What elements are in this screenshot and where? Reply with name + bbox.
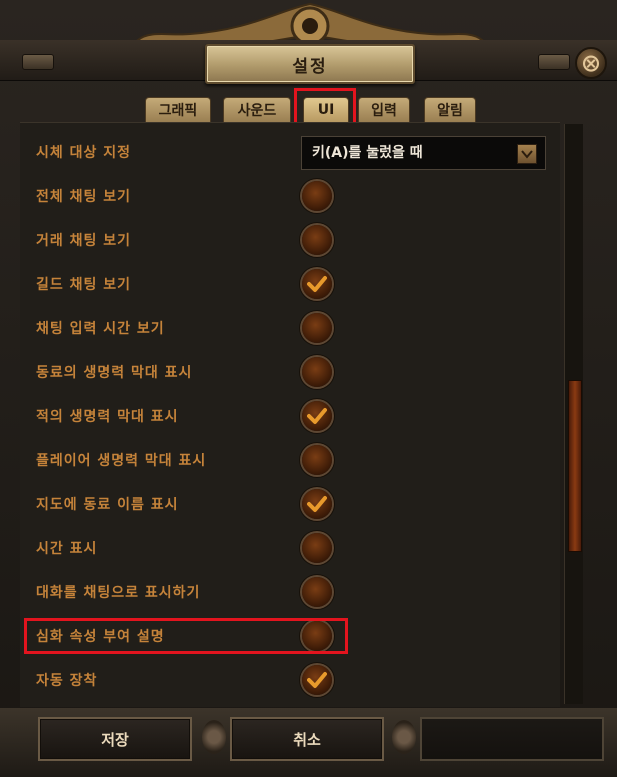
auto-equip-checkbox[interactable]	[302, 665, 332, 695]
setting-label: 지도에 동료 이름 표시	[36, 497, 179, 513]
enemy-life-bar-checkbox[interactable]	[302, 401, 332, 431]
setting-label: 플레이어 생명력 막대 표시	[36, 453, 207, 469]
player-life-bar-checkbox[interactable]	[302, 445, 332, 475]
tab-sound[interactable]: 사운드	[223, 97, 291, 122]
setting-row-trade-chat: 거래 채팅 보기	[20, 219, 560, 263]
tab-notifications[interactable]: 알림	[424, 97, 476, 122]
trade-chat-checkbox[interactable]	[302, 225, 332, 255]
setting-row-show-time: 시간 표시	[20, 527, 560, 571]
gear-icon	[202, 720, 226, 754]
settings-window: 설정 ⨂ 그래픽 사운드 UI 입력 알림 시체 대상 지정 키(A)를 눌렀을…	[0, 0, 617, 777]
setting-row-global-chat: 전체 채팅 보기	[20, 175, 560, 219]
setting-row-chat-timestamps: 채팅 입력 시간 보기	[20, 307, 560, 351]
setting-row-corpse-targeting: 시체 대상 지정 키(A)를 눌렀을 때	[20, 131, 560, 175]
setting-row-enemy-life-bar: 적의 생명력 막대 표시	[20, 395, 560, 439]
tab-input[interactable]: 입력	[358, 97, 410, 122]
setting-row-guild-chat: 길드 채팅 보기	[20, 263, 560, 307]
setting-label: 대화를 채팅으로 표시하기	[36, 585, 201, 601]
setting-label: 시체 대상 지정	[36, 145, 132, 161]
enchant-description-highlight	[24, 618, 348, 654]
global-chat-checkbox[interactable]	[302, 181, 332, 211]
ally-life-bar-checkbox[interactable]	[302, 357, 332, 387]
tab-graphics[interactable]: 그래픽	[145, 97, 211, 122]
setting-row-dialogue-as-chat: 대화를 채팅으로 표시하기	[20, 571, 560, 615]
setting-label: 적의 생명력 막대 표시	[36, 409, 179, 425]
checkmark-icon	[307, 496, 327, 512]
checkmark-icon	[307, 276, 327, 292]
setting-label: 자동 장착	[36, 673, 98, 689]
checkmark-icon	[307, 672, 327, 688]
show-time-checkbox[interactable]	[302, 533, 332, 563]
setting-row-player-life-bar: 플레이어 생명력 막대 표시	[20, 439, 560, 483]
window-title: 설정	[205, 44, 415, 84]
setting-row-map-ally-names: 지도에 동료 이름 표시	[20, 483, 560, 527]
chevron-down-icon[interactable]	[517, 144, 537, 164]
rivet-icon	[538, 54, 570, 70]
scrollbar-thumb[interactable]	[568, 380, 582, 552]
setting-label: 채팅 입력 시간 보기	[36, 321, 165, 337]
dropdown-value: 키(A)를 눌렀을 때	[312, 145, 423, 161]
corpse-targeting-dropdown[interactable]: 키(A)를 눌렀을 때	[301, 136, 546, 170]
dialogue-as-chat-checkbox[interactable]	[302, 577, 332, 607]
rivet-icon	[22, 54, 54, 70]
setting-label: 거래 채팅 보기	[36, 233, 132, 249]
checkmark-icon	[307, 408, 327, 424]
chat-timestamps-checkbox[interactable]	[302, 313, 332, 343]
gear-icon	[392, 720, 416, 754]
map-ally-names-checkbox[interactable]	[302, 489, 332, 519]
scrollbar[interactable]	[564, 124, 583, 704]
setting-label: 시간 표시	[36, 541, 98, 557]
setting-row-auto-equip: 자동 장착	[20, 659, 560, 703]
guild-chat-checkbox[interactable]	[302, 269, 332, 299]
setting-row-ally-life-bar: 동료의 생명력 막대 표시	[20, 351, 560, 395]
empty-button-slot	[420, 717, 604, 761]
setting-label: 동료의 생명력 막대 표시	[36, 365, 193, 381]
setting-label: 전체 채팅 보기	[36, 189, 132, 205]
cancel-button[interactable]: 취소	[230, 717, 384, 761]
close-button[interactable]: ⨂	[575, 47, 607, 79]
save-button[interactable]: 저장	[38, 717, 192, 761]
setting-label: 길드 채팅 보기	[36, 277, 132, 293]
